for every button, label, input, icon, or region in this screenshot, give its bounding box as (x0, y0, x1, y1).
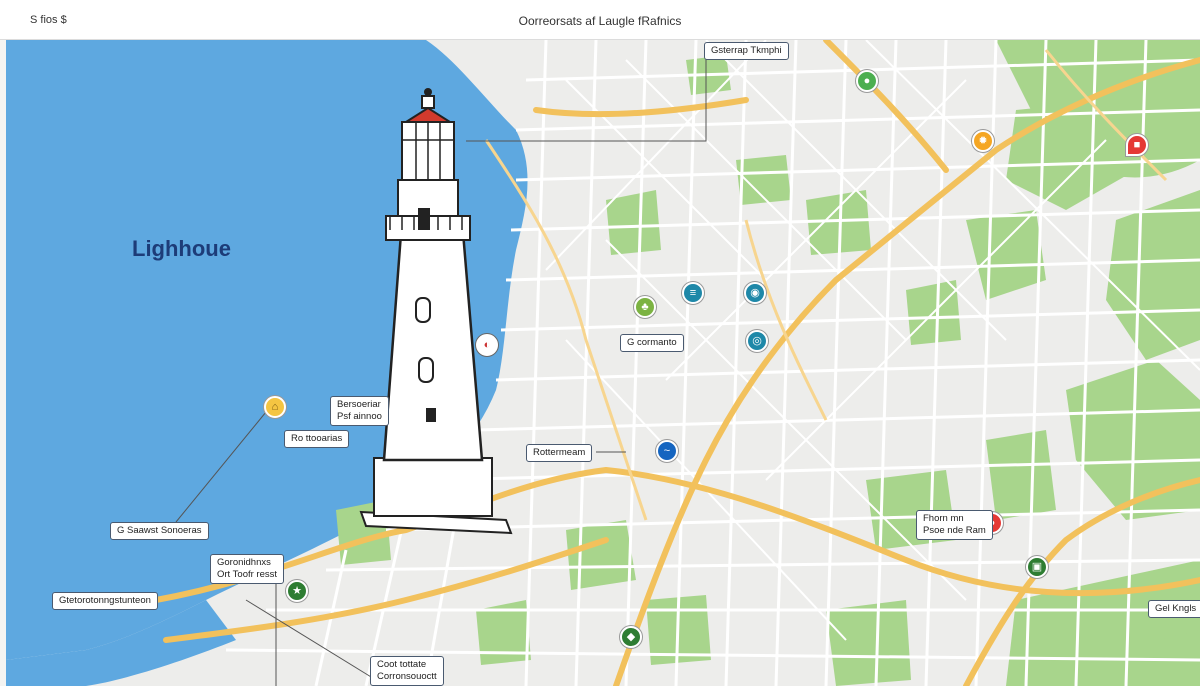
lighthouse-title-label: Lighhoue (132, 236, 231, 261)
callout-g-saawst[interactable]: G Saawst Sonoeras (110, 522, 209, 540)
compass-icon[interactable]: ◎ (746, 330, 768, 352)
ship-icon[interactable]: ◉ (744, 282, 766, 304)
top-bar: S fios $ Oorreorsats af Laugle fRafnics (0, 0, 1200, 40)
callout-ro-ttooarias[interactable]: Ro ttooarias (284, 430, 350, 448)
camera-icon[interactable]: ◐ (476, 334, 498, 356)
page-title: Oorreorsats af Laugle fRafnics (518, 14, 682, 28)
callout-fhorn[interactable]: Fhorn mn Psoe nde Ram (916, 510, 993, 540)
callout-goronidhnxs[interactable]: Goronidhnxs Ort Toofr resst (210, 554, 285, 584)
callout-bersoeriar[interactable]: Bersoeriar Psf ainnoo (330, 396, 389, 426)
callout-coot-tottate[interactable]: Coot tottate Corronsouoctt (370, 656, 444, 686)
star-icon[interactable]: ★ (286, 580, 308, 602)
road-icon[interactable]: ◆ (620, 626, 642, 648)
callout-gel-kngls[interactable]: Gel Kngls (1148, 600, 1200, 618)
info-icon[interactable]: ≡ (682, 282, 704, 304)
callout-gtetorotonngs[interactable]: Gtetorotonngstunteon (52, 592, 158, 610)
building-icon[interactable]: ⌂ (264, 396, 286, 418)
map-view[interactable]: ● ✹ ■ ≡ ◉ ◎ ♣ ◐ ▣ ★ ~ ◆ ⌂ ● Lighhoue Gst… (6, 40, 1200, 686)
sun-icon[interactable]: ✹ (972, 130, 994, 152)
pin-icon[interactable]: ■ (1126, 134, 1148, 156)
callout-gsterrap[interactable]: Gsterrap Tkmphi (704, 42, 789, 60)
water-icon[interactable]: ~ (656, 440, 678, 462)
callout-g-cormanto[interactable]: G cormanto (620, 334, 684, 352)
bank-icon[interactable]: ▣ (1026, 556, 1048, 578)
map-canvas[interactable] (6, 40, 1200, 686)
callout-rottermeam[interactable]: Rottermeam (526, 444, 593, 462)
tree-icon[interactable]: ♣ (634, 296, 656, 318)
food-icon[interactable]: ● (856, 70, 878, 92)
